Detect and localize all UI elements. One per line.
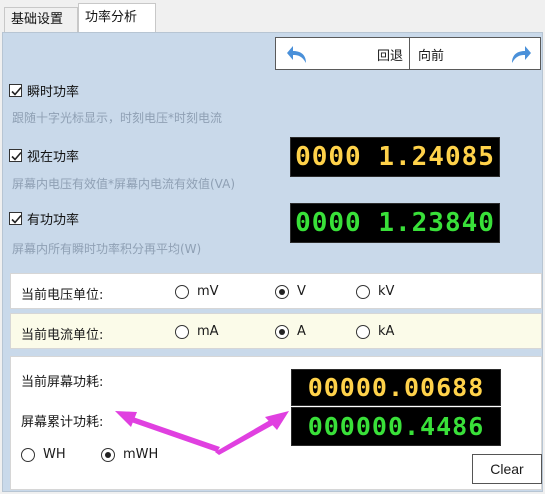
- back-label: 回退: [376, 49, 403, 64]
- tab-power-analysis[interactable]: 功率分析: [78, 3, 156, 33]
- radio-ka-label: kA: [378, 324, 395, 339]
- active-power-row: 有功功率: [9, 208, 79, 228]
- back-button[interactable]: 回退: [276, 38, 410, 69]
- annotation-arrows-icon: [115, 411, 289, 455]
- radio-mv[interactable]: mV: [175, 284, 219, 299]
- instant-power-label: 瞬时功率: [27, 84, 80, 100]
- radio-v[interactable]: V: [275, 284, 306, 299]
- voltage-unit-label: 当前电压单位:: [21, 288, 104, 303]
- radio-mv-circle[interactable]: [175, 284, 189, 299]
- tab-bar: 基础设置 功率分析: [0, 0, 545, 33]
- power-consumption-box: 当前屏幕功耗: 屏幕累计功耗: 00000.00688 000000.4486 …: [10, 356, 542, 490]
- active-power-checkbox[interactable]: [9, 211, 22, 225]
- active-power-description: 屏幕内所有瞬时功率积分再平均(W): [12, 242, 202, 256]
- apparent-power-row: 视在功率: [9, 145, 79, 165]
- instant-power-checkbox[interactable]: [9, 83, 22, 97]
- radio-ka-circle[interactable]: [356, 324, 370, 339]
- history-nav: 回退 向前: [275, 37, 541, 70]
- forward-label: 向前: [418, 49, 445, 64]
- tab-basic-settings[interactable]: 基础设置: [4, 7, 78, 32]
- radio-kv-circle[interactable]: [356, 284, 370, 299]
- active-power-label: 有功功率: [27, 212, 80, 228]
- current-unit-group: 当前电流单位: mA A kA: [10, 313, 542, 349]
- radio-ma-circle[interactable]: [175, 324, 189, 339]
- radio-v-circle[interactable]: [275, 284, 289, 299]
- voltage-unit-group: 当前电压单位: mV V kV: [10, 273, 542, 309]
- radio-a-circle[interactable]: [275, 324, 289, 339]
- radio-ka[interactable]: kA: [356, 324, 394, 339]
- radio-a[interactable]: A: [275, 324, 306, 339]
- radio-a-label: A: [297, 324, 306, 339]
- instant-power-row: 瞬时功率: [9, 80, 79, 100]
- radio-v-label: V: [297, 284, 306, 299]
- forward-button[interactable]: 向前: [410, 38, 540, 69]
- current-unit-label: 当前电流单位:: [21, 328, 104, 343]
- apparent-power-display: 0000 1.24085: [290, 137, 500, 177]
- redo-arrow-icon: [508, 43, 532, 65]
- apparent-power-description: 屏幕内电压有效值*屏幕内电流有效值(VA): [12, 177, 236, 191]
- apparent-power-label: 视在功率: [27, 149, 80, 165]
- active-power-display: 0000 1.23840: [290, 203, 500, 243]
- radio-kv-label: kV: [378, 284, 395, 299]
- radio-ma[interactable]: mA: [175, 324, 219, 339]
- radio-kv[interactable]: kV: [356, 284, 394, 299]
- radio-ma-label: mA: [197, 324, 219, 339]
- undo-arrow-icon: [286, 43, 310, 65]
- instant-power-description: 跟随十字光标显示，时刻电压*时刻电流: [12, 111, 223, 125]
- power-analysis-panel: 回退 向前 瞬时功率 跟随十字光标显示，时刻电压*时刻电流 视在功率 屏幕内电压…: [2, 32, 543, 492]
- radio-mv-label: mV: [197, 284, 219, 299]
- apparent-power-checkbox[interactable]: [9, 148, 22, 162]
